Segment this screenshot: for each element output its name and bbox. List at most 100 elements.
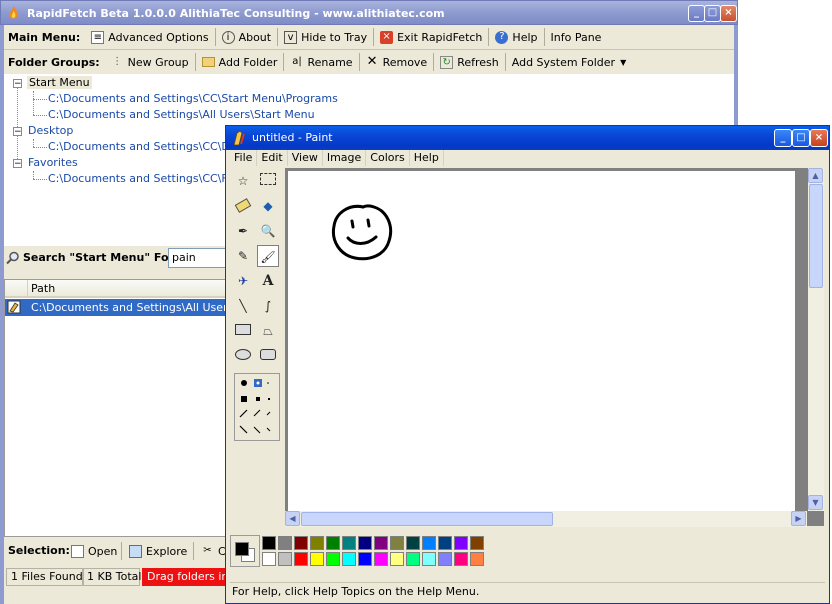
airbrush-icon[interactable]: ✈ (232, 270, 254, 292)
color-swatch[interactable] (326, 552, 340, 566)
separator (504, 53, 506, 71)
brush-icon[interactable]: 🖌 (257, 245, 279, 267)
scroll-up-icon[interactable]: ▲ (808, 168, 823, 183)
color-swatch[interactable] (374, 536, 388, 550)
help-button[interactable]: ? Help (490, 27, 542, 47)
open-button[interactable]: Open (66, 541, 122, 561)
advanced-options-button[interactable]: ≡ Advanced Options (86, 27, 213, 47)
fill-icon[interactable]: ◆ (257, 195, 279, 217)
search-input-value: pain (172, 251, 196, 264)
explore-button[interactable]: Explore (124, 541, 192, 561)
color-swatch[interactable] (438, 536, 452, 550)
color-swatch[interactable] (406, 552, 420, 566)
pencil-icon[interactable]: ✎ (232, 245, 254, 267)
column-header-path[interactable]: Path (31, 282, 55, 295)
color-swatch[interactable] (278, 552, 292, 566)
color-swatch[interactable] (454, 552, 468, 566)
color-swatch[interactable] (422, 552, 436, 566)
tree-group-desktop[interactable]: Desktop (28, 124, 73, 137)
collapse-icon[interactable]: − (13, 79, 22, 89)
add-system-folder-button[interactable]: Add System Folder ▼ (507, 52, 631, 72)
horizontal-scrollbar[interactable]: ◀ ▶ (285, 511, 807, 527)
color-swatch[interactable] (310, 552, 324, 566)
scroll-down-icon[interactable]: ▼ (808, 495, 823, 510)
menu-edit[interactable]: Edit (257, 150, 288, 166)
paint-minimize-button[interactable]: _ (774, 129, 792, 147)
paint-title-bar[interactable]: untitled - Paint _ □ × (226, 126, 829, 150)
color-swatch[interactable] (470, 536, 484, 550)
menu-colors[interactable]: Colors (366, 150, 410, 166)
foreground-color-swatch[interactable] (235, 542, 249, 556)
paint-maximize-button[interactable]: □ (792, 129, 810, 147)
rectangle-icon[interactable] (232, 320, 254, 342)
color-swatch[interactable] (422, 536, 436, 550)
info-pane-button[interactable]: Info Pane (546, 27, 607, 47)
exit-button[interactable]: × Exit RapidFetch (375, 27, 487, 47)
hide-to-tray-button[interactable]: v Hide to Tray (279, 27, 372, 47)
eraser-icon[interactable] (232, 195, 254, 217)
color-swatch[interactable] (294, 552, 308, 566)
color-swatch[interactable] (310, 536, 324, 550)
maximize-button[interactable]: □ (704, 5, 721, 22)
collapse-icon[interactable]: − (13, 159, 22, 169)
color-swatch[interactable] (278, 536, 292, 550)
color-swatch[interactable] (294, 536, 308, 550)
collapse-icon[interactable]: − (13, 127, 22, 137)
color-swatch[interactable] (454, 536, 468, 550)
drawing-canvas[interactable] (288, 171, 795, 512)
tree-item-path[interactable]: C:\Documents and Settings\All Users\Star… (48, 108, 315, 121)
search-input[interactable]: pain (168, 248, 228, 268)
close-button[interactable]: × (720, 5, 737, 22)
tree-group-favorites[interactable]: Favorites (28, 156, 78, 169)
color-swatch[interactable] (358, 536, 372, 550)
tree-item-path[interactable]: C:\Documents and Settings\CC\Deskt (48, 140, 253, 153)
tree-item-path[interactable]: C:\Documents and Settings\CC\Favori (48, 172, 254, 185)
pick-color-icon[interactable]: ✒ (232, 220, 254, 242)
scroll-left-icon[interactable]: ◀ (285, 511, 300, 526)
select-icon[interactable] (257, 170, 279, 192)
help-label: Help (512, 30, 538, 44)
color-swatch[interactable] (390, 552, 404, 566)
color-swatch[interactable] (470, 552, 484, 566)
rename-button[interactable]: a| Rename (285, 52, 357, 72)
color-swatch[interactable] (262, 536, 276, 550)
menu-image[interactable]: Image (323, 150, 367, 166)
vertical-scrollbar[interactable]: ▲ ▼ (808, 168, 824, 511)
color-swatch[interactable] (342, 536, 356, 550)
menu-file[interactable]: File (230, 150, 258, 166)
color-swatch[interactable] (438, 552, 452, 566)
current-colors-box[interactable] (230, 535, 260, 567)
rounded-rectangle-icon[interactable] (257, 345, 279, 367)
line-icon[interactable]: ╲ (232, 295, 254, 317)
scroll-right-icon[interactable]: ▶ (791, 511, 806, 526)
new-group-button[interactable]: ⋮ New Group (106, 52, 194, 72)
menu-view[interactable]: View (288, 150, 323, 166)
curve-icon[interactable]: ∫ (257, 295, 279, 317)
remove-button[interactable]: ✕ Remove (361, 52, 433, 72)
about-button[interactable]: i About (217, 27, 277, 47)
color-swatch[interactable] (358, 552, 372, 566)
tree-group-start-menu[interactable]: Start Menu (27, 76, 92, 89)
add-folder-button[interactable]: Add Folder (197, 52, 283, 72)
polygon-icon[interactable]: ⏢ (257, 320, 279, 342)
minimize-button[interactable]: _ (688, 5, 705, 22)
magnifier-icon[interactable]: 🔍 (257, 220, 279, 242)
horizontal-scroll-thumb[interactable] (301, 512, 553, 526)
tree-item-path[interactable]: C:\Documents and Settings\CC\Start Menu\… (48, 92, 338, 105)
brush-options-panel[interactable] (234, 373, 280, 441)
text-icon[interactable]: A (257, 270, 279, 292)
free-form-select-icon[interactable]: ☆ (232, 170, 254, 192)
refresh-button[interactable]: ↻ Refresh (435, 52, 504, 72)
menu-help[interactable]: Help (410, 150, 444, 166)
vertical-scroll-thumb[interactable] (809, 184, 823, 288)
color-swatch[interactable] (326, 536, 340, 550)
rapidfetch-title-bar[interactable]: RapidFetch Beta 1.0.0.0 AlithiaTec Consu… (0, 0, 738, 25)
color-swatch[interactable] (262, 552, 276, 566)
color-swatch[interactable] (390, 536, 404, 550)
color-swatch[interactable] (374, 552, 388, 566)
column-header-icon[interactable] (5, 280, 28, 296)
color-swatch[interactable] (406, 536, 420, 550)
ellipse-icon[interactable] (232, 345, 254, 367)
paint-close-button[interactable]: × (810, 129, 828, 147)
color-swatch[interactable] (342, 552, 356, 566)
